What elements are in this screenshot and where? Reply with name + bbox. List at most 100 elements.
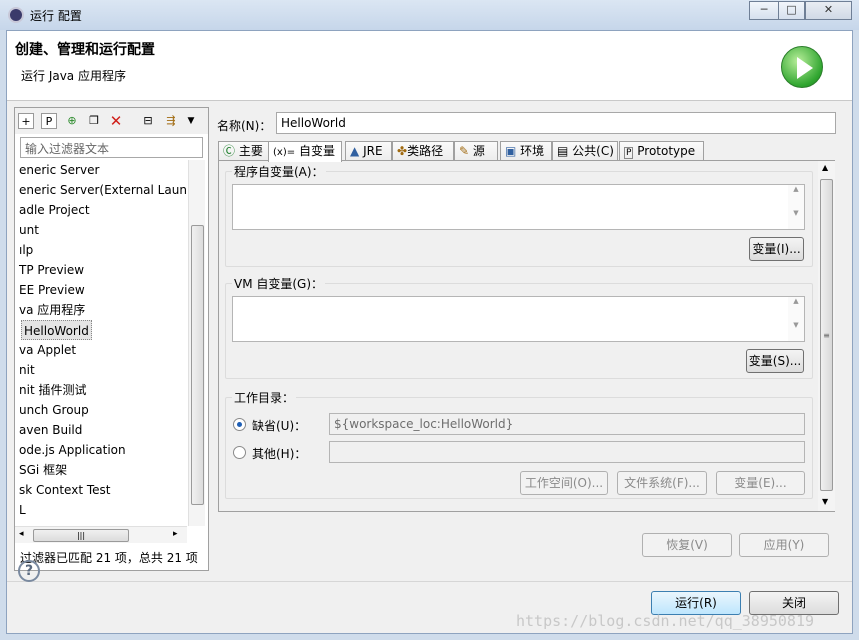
other-dir-radio-label: 其他(H)： bbox=[252, 447, 307, 461]
tree-item-selected[interactable]: HelloWorld bbox=[21, 320, 92, 340]
tab-label: 环境 bbox=[520, 144, 545, 158]
tab-environment[interactable]: ▣ 环境 bbox=[500, 141, 552, 161]
copy-icon[interactable]: ❐ bbox=[86, 113, 102, 129]
default-dir-radio-label: 缺省(U)： bbox=[252, 419, 307, 433]
name-input[interactable]: HelloWorld bbox=[276, 112, 836, 134]
config-editor: 名称(N)： HelloWorld Ⓒ 主要 (x)= 自变量 ▲ JRE ✤类… bbox=[217, 107, 842, 519]
other-dir-field[interactable] bbox=[329, 441, 805, 463]
common-tab-icon: ▤ bbox=[557, 144, 569, 158]
program-args-scrollbar[interactable]: ▲ ▼ bbox=[788, 185, 804, 229]
scroll-up-arrow-icon[interactable]: ▲ bbox=[822, 163, 828, 172]
vm-args-group: VM 自变量(G)： ▲ ▼ 变量(S)... bbox=[225, 275, 813, 379]
classpath-tab-icon: ✤ bbox=[397, 144, 408, 158]
tab-label: 公共(C) bbox=[572, 144, 614, 158]
run-logo-icon bbox=[781, 46, 823, 88]
vm-args-scrollbar[interactable]: ▲ ▼ bbox=[788, 297, 804, 341]
filter-input[interactable]: 输入过滤器文本 bbox=[20, 137, 203, 158]
working-dir-group: 工作目录： 缺省(U)： ${workspace_loc:HelloWorld}… bbox=[225, 389, 813, 499]
view-menu-icon[interactable]: ▼ bbox=[183, 113, 199, 129]
tree-item[interactable]: va Applet bbox=[19, 340, 76, 360]
program-args-group: 程序自变量(A)： ▲ ▼ 变量(I)... bbox=[225, 163, 813, 267]
maximize-button[interactable]: □ bbox=[778, 1, 805, 20]
tab-prototype[interactable]: P Prototype bbox=[619, 141, 704, 161]
scroll-left-arrow-icon[interactable]: ◂ bbox=[19, 529, 24, 539]
program-args-label: 程序自变量(A)： bbox=[232, 163, 326, 180]
tree-toolbar: + P ⊕ ❐ ✕ ⊟ ⇶ ▼ bbox=[15, 108, 208, 134]
tree-item[interactable]: adle Project bbox=[19, 200, 90, 220]
tab-label: JRE bbox=[363, 144, 383, 158]
environment-tab-icon: ▣ bbox=[505, 144, 517, 158]
tab-strip: Ⓒ 主要 (x)= 自变量 ▲ JRE ✤类路径 ✎ 源 ▣ 环境 ▤ 公共(C… bbox=[218, 141, 836, 162]
footer-divider bbox=[7, 581, 852, 582]
tab-label: 源 bbox=[472, 144, 485, 158]
tree-scroll-thumb[interactable] bbox=[191, 225, 204, 505]
scroll-down-arrow-icon[interactable]: ▼ bbox=[822, 497, 828, 506]
tree-item[interactable]: ılp bbox=[19, 240, 33, 260]
tab-label: 类路径 bbox=[407, 144, 444, 158]
filesystem-button[interactable]: 文件系统(F)... bbox=[617, 471, 707, 495]
scroll-right-arrow-icon[interactable]: ▸ bbox=[173, 529, 178, 539]
minimize-button[interactable]: ─ bbox=[749, 1, 779, 20]
delete-icon[interactable]: ✕ bbox=[108, 113, 124, 129]
tree-item[interactable]: SGi 框架 bbox=[19, 460, 67, 480]
help-icon[interactable]: ? bbox=[18, 560, 40, 582]
config-tree: eneric Server eneric Server(External Laun… bbox=[15, 160, 187, 526]
other-dir-radio[interactable] bbox=[233, 446, 246, 459]
arguments-tab-icon: (x)= bbox=[273, 147, 296, 158]
title-bar: 运行 配置 ─ □ ✕ bbox=[0, 0, 859, 30]
new-prototype-icon[interactable]: P bbox=[41, 113, 57, 129]
panel-scrollbar[interactable]: ▲ ≡ ▼ bbox=[818, 161, 835, 511]
tab-common[interactable]: ▤ 公共(C) bbox=[552, 141, 618, 161]
tree-item[interactable]: nit bbox=[19, 360, 35, 380]
new-config-icon[interactable]: + bbox=[18, 113, 34, 129]
apply-button[interactable]: 应用(Y) bbox=[739, 533, 829, 557]
source-tab-icon: ✎ bbox=[459, 144, 470, 158]
tree-item[interactable]: va 应用程序 bbox=[19, 300, 85, 320]
tab-arguments[interactable]: (x)= 自变量 bbox=[268, 141, 342, 162]
workdir-variables-button[interactable]: 变量(E)... bbox=[716, 471, 805, 495]
tree-item[interactable]: aven Build bbox=[19, 420, 82, 440]
vm-args-label: VM 自变量(G)： bbox=[232, 275, 326, 292]
header-subtitle: 运行 Java 应用程序 bbox=[21, 69, 126, 83]
workspace-button[interactable]: 工作空间(O)... bbox=[520, 471, 608, 495]
tab-jre[interactable]: ▲ JRE bbox=[345, 141, 392, 161]
tab-label: Prototype bbox=[637, 144, 696, 158]
tree-vertical-scrollbar[interactable] bbox=[188, 160, 205, 526]
tab-main[interactable]: Ⓒ 主要 bbox=[218, 141, 269, 161]
header-title: 创建、管理和运行配置 bbox=[15, 42, 155, 58]
tab-classpath[interactable]: ✤类路径 bbox=[392, 141, 454, 161]
program-args-textarea[interactable]: ▲ ▼ bbox=[232, 184, 805, 230]
default-dir-radio[interactable] bbox=[233, 418, 246, 431]
duplicate-icon[interactable]: ⊕ bbox=[64, 113, 80, 129]
tab-label: 自变量 bbox=[298, 144, 335, 158]
tree-item[interactable]: eneric Server bbox=[19, 160, 99, 180]
vm-args-textarea[interactable]: ▲ ▼ bbox=[232, 296, 805, 342]
tree-item[interactable]: nit 插件测试 bbox=[19, 380, 86, 400]
main-tab-icon: Ⓒ bbox=[223, 144, 236, 158]
filter-icon[interactable]: ⇶ bbox=[163, 113, 179, 129]
close-window-button[interactable]: ✕ bbox=[805, 1, 852, 20]
config-tree-panel: + P ⊕ ❐ ✕ ⊟ ⇶ ▼ 输入过滤器文本 eneric Server ene… bbox=[14, 107, 209, 571]
tree-item[interactable]: eneric Server(External Launch bbox=[19, 180, 187, 200]
tree-item[interactable]: TP Preview bbox=[19, 260, 84, 280]
dialog-header: 创建、管理和运行配置 运行 Java 应用程序 bbox=[7, 31, 852, 101]
name-label: 名称(N)： bbox=[217, 119, 272, 133]
tree-hscroll-thumb[interactable]: ||| bbox=[33, 529, 129, 542]
collapse-all-icon[interactable]: ⊟ bbox=[140, 113, 156, 129]
tree-horizontal-scrollbar[interactable]: ◂ ||| ▸ bbox=[15, 526, 187, 543]
tree-item[interactable]: unch Group bbox=[19, 400, 89, 420]
panel-scroll-thumb[interactable]: ≡ bbox=[820, 179, 833, 491]
revert-button[interactable]: 恢复(V) bbox=[642, 533, 732, 557]
dialog-body: 创建、管理和运行配置 运行 Java 应用程序 + P ⊕ ❐ ✕ ⊟ ⇶ ▼ … bbox=[6, 30, 853, 634]
prototype-tab-icon: P bbox=[624, 147, 634, 159]
tree-item[interactable]: ode.js Application bbox=[19, 440, 126, 460]
tree-item[interactable]: EE Preview bbox=[19, 280, 85, 300]
tree-item[interactable]: L bbox=[19, 500, 26, 520]
vm-args-variables-button[interactable]: 变量(S)... bbox=[746, 349, 804, 373]
tab-source[interactable]: ✎ 源 bbox=[454, 141, 498, 161]
program-args-variables-button[interactable]: 变量(I)... bbox=[749, 237, 804, 261]
tree-item[interactable]: unt bbox=[19, 220, 39, 240]
default-dir-field: ${workspace_loc:HelloWorld} bbox=[329, 413, 805, 435]
tree-item[interactable]: sk Context Test bbox=[19, 480, 110, 500]
working-dir-label: 工作目录： bbox=[232, 389, 297, 406]
